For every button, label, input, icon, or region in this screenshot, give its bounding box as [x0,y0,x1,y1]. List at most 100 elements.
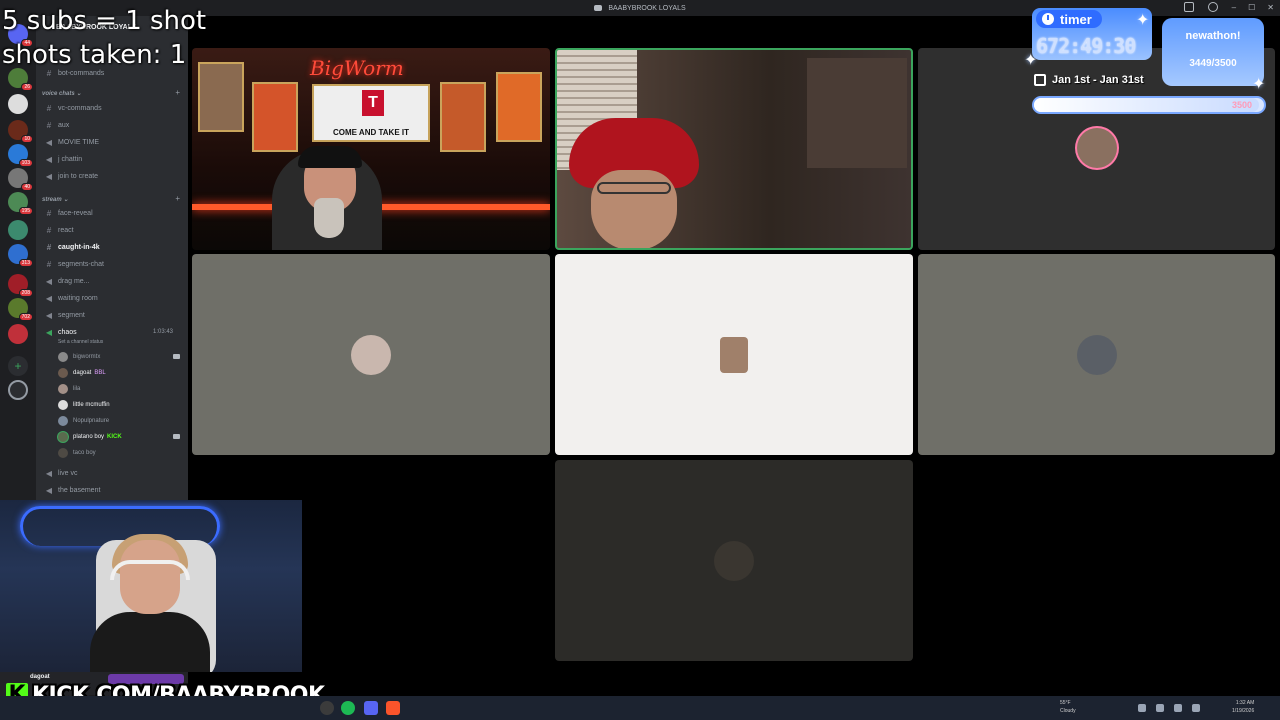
server-icon[interactable]: 702 [8,298,33,321]
channel-label: face-reveal [58,209,93,217]
avatar [714,540,754,581]
voice-member[interactable]: taco boy [58,446,96,460]
channel-caught-in-4k[interactable]: # caught-in-4k [44,240,100,254]
voice-member[interactable]: bigwormtx [58,350,100,364]
video-tile-avatar[interactable] [555,460,913,661]
voice-member[interactable]: lila [58,382,80,396]
server-icon[interactable]: 10 [8,120,33,143]
channel-vc-commands[interactable]: # vc-commands [44,101,102,115]
channel-live-vc[interactable]: ◀ live vc [44,466,78,480]
username[interactable]: dagoat [30,674,50,680]
voice-member[interactable]: little mcmuffin [58,398,110,412]
avatar [58,400,68,410]
weather-widget[interactable]: 55°F Cloudy [1060,699,1076,715]
goal-value: 3500 [1231,100,1252,110]
channel-status[interactable]: Set a channel status [58,339,103,345]
channel-label: bot-commands [58,69,105,77]
speaker-icon: ◀ [45,310,53,320]
weather-desc: Cloudy [1060,708,1076,714]
server-icon[interactable]: 40 [8,168,33,191]
video-tile-avatar[interactable] [918,254,1275,455]
channel-drag-me[interactable]: ◀ drag me... [44,274,90,288]
channel-duration: 1:03:43 [153,329,174,335]
avatar [720,336,748,373]
voice-member[interactable]: platano boy KICK [58,430,122,444]
wall-frame [496,72,542,142]
chevron-up-icon[interactable] [1138,704,1146,712]
add-channel-icon[interactable]: + [175,194,180,203]
channel-the-basement[interactable]: ◀ the basement [44,483,101,497]
speaker-icon: ◀ [45,154,53,164]
spotify-icon[interactable] [341,701,355,715]
minimize-button[interactable]: – [1232,3,1236,12]
video-icon [173,354,180,359]
weather-temp: 55°F [1060,700,1071,706]
channel-chaos[interactable]: ◀ chaos [44,325,77,339]
channel-label: waiting room [58,294,98,302]
inbox-icon[interactable] [1184,2,1194,12]
brave-icon[interactable] [386,701,400,715]
wall-flag: T COME AND TAKE IT [312,84,430,142]
channel-j-chattin[interactable]: ◀ j chattin [44,152,82,166]
subathon-panel: newathon! 3449/3500 [1162,18,1264,86]
bluetooth-icon[interactable] [1156,704,1164,712]
channel-aux[interactable]: # aux [44,118,70,132]
subathon-count: 3449/3500 [1189,58,1237,69]
channel-movie-time[interactable]: ◀ MOVIE TIME [44,135,99,149]
video-tile-speaking[interactable] [555,48,913,250]
system-clock[interactable]: 1:32 AM 1/19/2026 [1232,699,1254,715]
speaker-icon: ◀ [45,137,53,147]
avatar [58,368,68,378]
explore-icon[interactable] [8,380,28,400]
close-button[interactable]: ✕ [1267,3,1274,12]
voice-member[interactable]: Nopulpnature [58,414,109,428]
wall-frame [198,62,244,132]
channel-react[interactable]: # react [44,223,74,237]
member-name: lila [73,386,81,392]
date-range: Jan 1st - Jan 31st [1052,74,1144,86]
category-stream[interactable]: stream ⌄ [42,196,68,203]
channel-join-to-create[interactable]: ◀ join to create [44,169,98,183]
help-icon[interactable] [1208,2,1218,12]
channel-segment[interactable]: ◀ segment [44,308,85,322]
category-voice-chats[interactable]: voice chats ⌄ [42,90,81,97]
hash-icon: # [46,242,52,252]
volume-icon[interactable] [1192,704,1200,712]
voice-member[interactable]: dagoat BBL [58,366,106,380]
server-icon[interactable]: 26 [8,68,33,91]
server-icon[interactable]: 195 [8,192,33,215]
maximize-button[interactable]: ☐ [1248,3,1255,12]
flag-text: COME AND TAKE IT [333,128,409,137]
discord-icon[interactable] [364,701,378,715]
channel-label: caught-in-4k [58,243,100,251]
unread-badge: 10 [21,135,33,143]
video-tile-bigworm[interactable]: BigWorm T COME AND TAKE IT [192,48,550,250]
calendar-icon [1034,74,1046,86]
hash-icon: # [46,103,52,113]
screen: BAABYBROOK LOYALS – ☐ ✕ 44 26 10 103 40 … [0,0,1280,720]
member-name: taco boy [73,450,96,456]
server-icon[interactable] [8,324,28,344]
video-tile-avatar[interactable] [555,254,913,455]
server-icon[interactable] [8,94,28,114]
obs-icon[interactable] [320,701,334,715]
channel-face-reveal[interactable]: # face-reveal [44,206,93,220]
system-tray [1138,704,1200,712]
add-channel-icon[interactable]: + [175,88,180,97]
server-icon[interactable]: 208 [8,274,33,297]
member-name: bigwormtx [73,354,101,360]
clock-date: 1/19/2026 [1232,708,1255,714]
member-tag: BBL [94,370,106,376]
video-tile-avatar[interactable] [192,254,550,455]
channel-label: chaos [58,328,77,336]
channel-segments-chat[interactable]: # segments-chat [44,257,104,271]
network-icon[interactable] [1174,704,1182,712]
add-server-icon[interactable]: + [8,356,28,376]
server-icon[interactable] [8,220,28,240]
server-icon[interactable]: 313 [8,244,33,267]
server-icon[interactable]: 103 [8,144,33,167]
channel-waiting-room[interactable]: ◀ waiting room [44,291,98,305]
participant-beard [314,198,344,238]
speaker-icon: ◀ [45,485,53,495]
timer-value: 672:49:30 [1036,34,1136,58]
